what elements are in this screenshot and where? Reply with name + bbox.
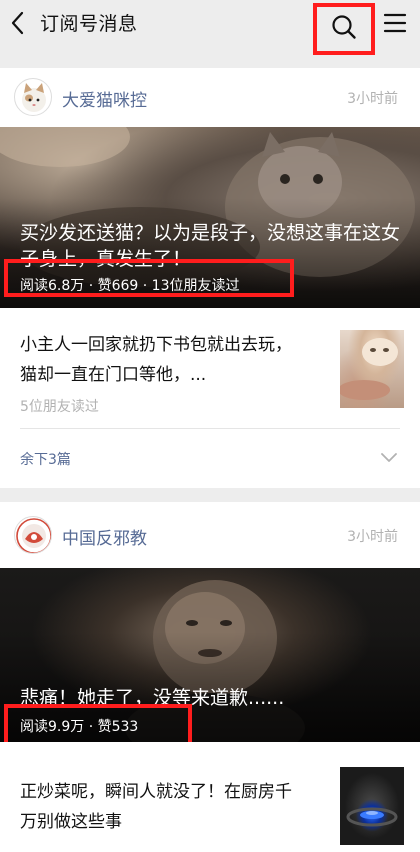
list-item[interactable]: 小主人一回家就扔下书包就出去玩，猫却一直在门口等他，... 5位朋友读过 [20, 330, 404, 420]
divider [20, 428, 400, 429]
cat-avatar-icon [22, 83, 46, 112]
search-icon [332, 15, 356, 39]
top-bar: 订阅号消息 [0, 0, 420, 55]
headline-article[interactable]: 买沙发还送猫？以为是段子，没想这事在这女子身上，真发生了！ 阅读6.8万 · 赞… [0, 127, 420, 308]
item-title[interactable]: 小主人一回家就扔下书包就出去玩，猫却一直在门口等他，... [20, 330, 302, 390]
highlight-box [4, 259, 294, 297]
article-card[interactable]: 大爱猫咪控 3小时前 买沙发还送猫？以为是段子，没想这事在这女子身上，真发生了！… [0, 68, 420, 488]
post-time: 3小时前 [347, 529, 398, 545]
item-thumbnail[interactable] [340, 330, 404, 408]
more-articles-link[interactable]: 余下3篇 [20, 449, 71, 469]
headline-article[interactable]: 悲痛！她走了，没等来道歉...... 阅读9.9万 · 赞533 [0, 568, 420, 742]
back-arrow-icon [11, 11, 24, 35]
article-card[interactable]: 中国反邪教 3小时前 悲痛！她走了，没等来道歉...... 阅读9.9万 · 赞… [0, 502, 420, 852]
list-item[interactable]: 正炒菜呢，瞬间人就没了！在厨房千万别做这些事 [20, 767, 404, 849]
account-row[interactable]: 中国反邪教 3小时前 [14, 516, 406, 556]
account-row[interactable]: 大爱猫咪控 3小时前 [14, 78, 406, 118]
item-title[interactable]: 正炒菜呢，瞬间人就没了！在厨房千万别做这些事 [20, 777, 302, 837]
post-time: 3小时前 [347, 91, 398, 107]
gas-stove-photo [346, 807, 398, 827]
item-thumbnail[interactable] [340, 767, 404, 845]
menu-icon[interactable] [382, 10, 408, 36]
avatar[interactable] [14, 78, 52, 116]
account-name[interactable]: 中国反邪教 [62, 524, 147, 549]
back-button[interactable] [6, 8, 34, 38]
friends-read: 5位朋友读过 [20, 399, 99, 415]
search-button[interactable] [313, 3, 375, 55]
seal-avatar-icon [16, 518, 51, 553]
avatar[interactable] [14, 516, 52, 554]
highlight-box [4, 704, 192, 742]
account-name[interactable]: 大爱猫咪控 [62, 86, 147, 111]
cat-hand-photo [340, 338, 398, 400]
page-title: 订阅号消息 [40, 13, 138, 35]
chevron-down-icon[interactable] [380, 452, 398, 464]
